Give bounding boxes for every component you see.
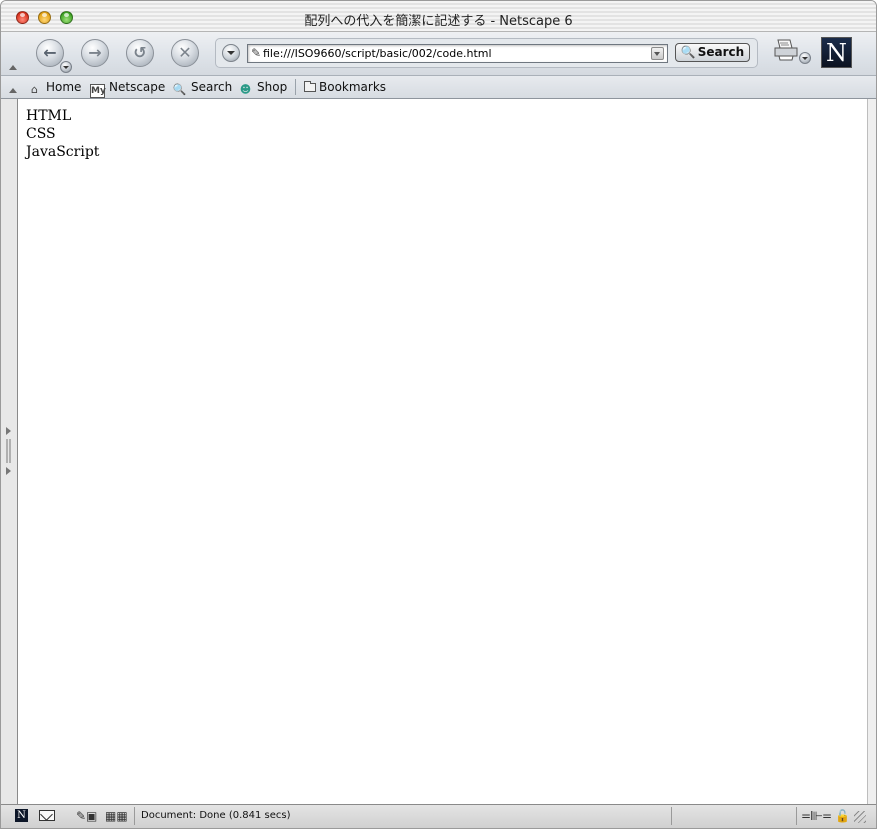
status-bar: N ✎▣ ▦▦ Document: Done (0.841 secs) =I⊩=… bbox=[1, 804, 876, 828]
forward-button[interactable]: → bbox=[81, 39, 109, 67]
browser-window: 配列への代入を簡潔に記述する - Netscape 6 ← → ↺ ✕ ✎ fi… bbox=[0, 0, 877, 829]
home-label: Home bbox=[46, 80, 82, 94]
personal-item-search[interactable]: 🔍 Search bbox=[172, 79, 233, 96]
back-button[interactable]: ← bbox=[36, 39, 64, 67]
shop-label: Shop bbox=[257, 80, 288, 94]
security-lock-icon[interactable]: 🔓 bbox=[835, 809, 850, 823]
back-arrow-icon: ← bbox=[43, 43, 57, 62]
reload-icon: ↺ bbox=[133, 43, 147, 62]
content-line: CSS bbox=[26, 126, 56, 142]
netscape-status-icon[interactable]: N bbox=[15, 809, 28, 822]
status-text: Document: Done (0.841 secs) bbox=[141, 810, 291, 821]
compose-icon[interactable]: ✎▣ bbox=[76, 809, 97, 823]
back-history-dropdown[interactable] bbox=[60, 61, 72, 73]
url-bar-group: ✎ file:///ISO9660/script/basic/002/code.… bbox=[215, 38, 758, 68]
toolbar-divider bbox=[295, 79, 296, 95]
search-label: Search bbox=[191, 80, 233, 94]
status-divider bbox=[796, 807, 797, 825]
magnifier-icon: 🔍 bbox=[680, 45, 696, 59]
home-icon: ⌂ bbox=[31, 83, 38, 96]
title-bar[interactable]: 配列への代入を簡潔に記述する - Netscape 6 bbox=[1, 1, 876, 32]
print-icon[interactable] bbox=[772, 38, 800, 62]
online-connection-icon[interactable]: =I⊩= bbox=[801, 809, 832, 823]
url-history-dropdown[interactable] bbox=[222, 44, 240, 62]
content-lines: HTML CSS JavaScript bbox=[26, 107, 99, 161]
navbar-collapse-grip[interactable] bbox=[9, 65, 17, 70]
netscape-label: Netscape bbox=[109, 80, 166, 94]
url-input[interactable]: ✎ file:///ISO9660/script/basic/002/code.… bbox=[247, 44, 668, 63]
sidebar-grip-icon[interactable] bbox=[6, 427, 12, 475]
reload-button[interactable]: ↺ bbox=[126, 39, 154, 67]
url-dropdown-arrow[interactable] bbox=[651, 47, 664, 60]
content-line: JavaScript bbox=[26, 144, 100, 160]
my-netscape-icon: My bbox=[90, 84, 106, 98]
search-button[interactable]: 🔍 Search bbox=[675, 43, 750, 62]
window-title: 配列への代入を簡潔に記述する - Netscape 6 bbox=[304, 14, 573, 29]
personal-item-shop[interactable]: ☻ Shop bbox=[238, 79, 288, 96]
personal-toolbar: ⌂ Home My Netscape 🔍 Search ☻ Shop Bookmarks bbox=[1, 76, 876, 99]
window-right-edge bbox=[867, 99, 876, 804]
address-book-icon[interactable]: ▦▦ bbox=[105, 809, 128, 823]
stop-button[interactable]: ✕ bbox=[171, 39, 199, 67]
personalbar-collapse-grip[interactable] bbox=[9, 88, 17, 93]
navigation-toolbar: ← → ↺ ✕ ✎ file:///ISO9660/script/basic/0… bbox=[1, 32, 876, 76]
page-proxy-icon[interactable]: ✎ bbox=[251, 46, 261, 61]
forward-arrow-icon: → bbox=[88, 43, 102, 62]
page-content: HTML CSS JavaScript bbox=[18, 99, 867, 804]
status-divider bbox=[671, 807, 672, 825]
bookmarks-menu[interactable]: Bookmarks bbox=[304, 79, 386, 95]
search-icon: 🔍 bbox=[172, 83, 187, 96]
personal-item-netscape[interactable]: My Netscape bbox=[90, 79, 166, 98]
status-divider bbox=[134, 807, 135, 825]
mail-icon[interactable] bbox=[39, 810, 55, 821]
url-text: file:///ISO9660/script/basic/002/code.ht… bbox=[263, 47, 492, 60]
content-line: HTML bbox=[26, 108, 72, 124]
resize-grip-icon[interactable] bbox=[854, 811, 866, 823]
shop-icon: ☻ bbox=[239, 83, 252, 96]
personal-item-home[interactable]: ⌂ Home bbox=[27, 79, 82, 96]
netscape-logo-icon[interactable]: N bbox=[821, 37, 852, 68]
stop-icon: ✕ bbox=[178, 43, 192, 62]
search-button-label: Search bbox=[697, 45, 745, 59]
sidebar-collapsed-strip[interactable] bbox=[1, 99, 18, 804]
folder-icon bbox=[304, 81, 316, 92]
bookmarks-label: Bookmarks bbox=[319, 80, 387, 94]
print-options-dropdown[interactable] bbox=[799, 52, 811, 64]
